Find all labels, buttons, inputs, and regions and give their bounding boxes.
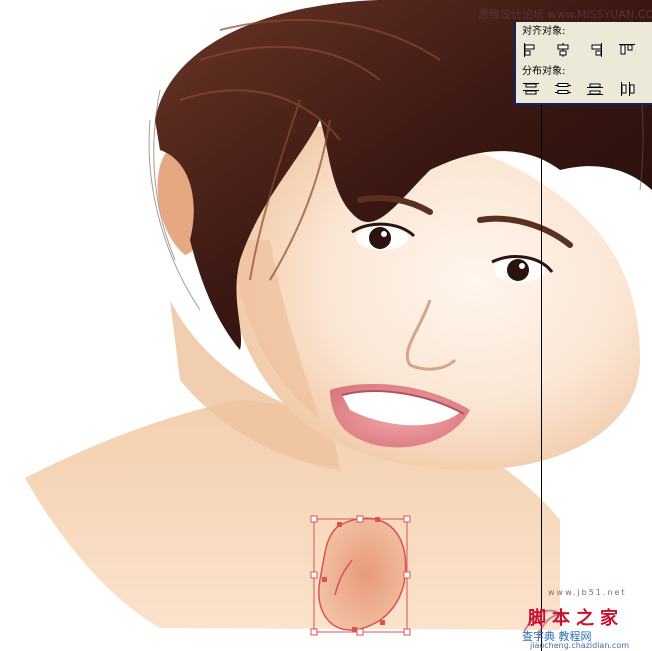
distribute-top-icon	[523, 83, 539, 95]
vertical-guide[interactable]	[541, 105, 542, 651]
align-horizontal-center-button[interactable]	[552, 41, 574, 59]
align-left-icon	[524, 43, 535, 57]
distribute-objects-label: 分布对象:	[522, 66, 566, 77]
distribute-left-button[interactable]	[616, 80, 638, 98]
align-right-icon	[591, 43, 602, 57]
distribute-vertical-center-button[interactable]	[552, 80, 574, 98]
forum-watermark: 思缘设计论坛 www.MISSYUAN.COM	[478, 6, 652, 22]
site-url-bottom: jiaocheng.chazidian.com	[530, 641, 630, 650]
distribute-top-button[interactable]	[520, 80, 542, 98]
align-panel: 对齐对象: 分布对象:	[514, 22, 652, 105]
forum-watermark-text: 思缘设计论坛	[478, 8, 544, 21]
distribute-bottom-button[interactable]	[584, 80, 606, 98]
align-objects-label: 对齐对象:	[522, 26, 566, 37]
align-top-icon	[619, 44, 635, 55]
align-top-button[interactable]	[616, 41, 638, 59]
distribute-buttons-row	[520, 80, 638, 98]
distribute-left-icon	[621, 82, 635, 96]
align-left-button[interactable]	[520, 41, 542, 59]
distribute-vertical-center-icon	[555, 83, 571, 94]
align-horizontal-center-icon	[557, 43, 569, 57]
align-buttons-row	[520, 41, 638, 59]
artboard-canvas[interactable]: 思缘设计论坛 www.MISSYUAN.COM 对齐对象: 分布对象: www.…	[0, 0, 652, 651]
distribute-bottom-icon	[587, 83, 603, 95]
site-logo-name: 脚本之家	[528, 608, 624, 629]
forum-watermark-url: www.MISSYUAN.COM	[547, 8, 652, 21]
site-url-small: www.jb51.net	[548, 588, 627, 597]
align-right-button[interactable]	[584, 41, 606, 59]
